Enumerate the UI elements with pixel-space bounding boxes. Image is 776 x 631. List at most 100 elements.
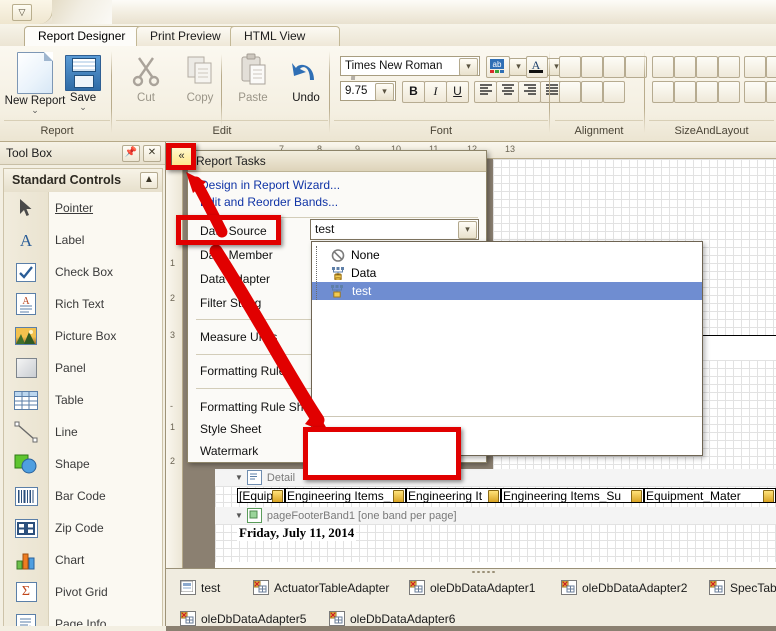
align-to-grid-button[interactable] — [559, 56, 581, 78]
detail-band-body[interactable]: [Equip Engineering Items_ Engineering It… — [215, 486, 776, 507]
remove-vertical-spacing-button[interactable] — [718, 81, 740, 103]
tray-item-test[interactable]: test — [180, 580, 220, 595]
detail-field[interactable]: Engineering It — [406, 488, 501, 503]
task-row-watermark[interactable]: Watermark — [200, 444, 258, 458]
text-highlight-button[interactable]: ab — [486, 56, 510, 78]
make-same-size-button[interactable] — [718, 56, 740, 78]
report-page[interactable]: ▼ Detail [Equip Engineering Items_ Engin… — [215, 469, 776, 569]
toolbox-item-panel[interactable]: Panel — [4, 352, 162, 384]
increase-vertical-spacing-button[interactable] — [674, 81, 696, 103]
close-icon[interactable]: ✕ — [143, 145, 161, 162]
field-pin-icon[interactable] — [631, 490, 642, 502]
chevron-down-icon[interactable]: ▾ — [458, 221, 477, 239]
collapse-triangle-icon[interactable]: ▼ — [235, 511, 243, 520]
align-centers-button[interactable] — [603, 56, 625, 78]
paste-button[interactable]: Paste — [227, 52, 279, 104]
design-in-report-wizard-link[interactable]: Design in Report Wizard... — [200, 178, 340, 192]
chevron-down-icon[interactable]: ▾ — [375, 83, 394, 101]
detail-field[interactable]: [Equip — [237, 488, 285, 503]
field-pin-icon[interactable] — [393, 490, 404, 502]
task-row-filter-string[interactable]: Filter String — [200, 296, 261, 310]
align-left-icon — [479, 84, 492, 95]
task-row-style-sheet[interactable]: Style Sheet — [200, 422, 261, 436]
make-vertical-spacing-equal-button[interactable] — [652, 81, 674, 103]
align-left-button[interactable] — [474, 81, 497, 103]
band-header-detail[interactable]: ▼ Detail — [215, 469, 776, 487]
toolbox-item-picture-box[interactable]: Picture Box — [4, 320, 162, 352]
chevron-up-icon[interactable]: ▲ — [140, 172, 158, 189]
toolbox-item-rich-text[interactable]: A Rich Text — [4, 288, 162, 320]
tool-box-item-list[interactable]: Pointer A Label Check Box A Rich Text Pi… — [3, 192, 163, 631]
component-tray[interactable]: test ActuatorTableAdapter oleDbDataAdapt… — [166, 568, 776, 631]
data-source-dropdown-list[interactable]: None Data test — [311, 241, 703, 456]
collapse-triangle-icon[interactable]: ▼ — [235, 473, 243, 482]
decrease-vertical-spacing-button[interactable] — [696, 81, 718, 103]
toolbox-item-table[interactable]: Table — [4, 384, 162, 416]
center-vertically-button[interactable] — [766, 81, 776, 103]
align-middles-button[interactable] — [581, 81, 603, 103]
detail-field[interactable]: Equipment_Mater — [644, 488, 776, 503]
tray-item-oledbdataadapter6[interactable]: oleDbDataAdapter6 — [329, 611, 455, 626]
page-footer-band-body[interactable]: Friday, July 11, 2014 — [215, 524, 776, 562]
page-footer-date-label[interactable]: Friday, July 11, 2014 — [237, 525, 357, 541]
chevron-down-icon[interactable]: ⌄ — [52, 103, 114, 112]
chevron-down-icon[interactable]: ▾ — [459, 58, 478, 76]
task-row-measure-units[interactable]: Measure Units — [200, 330, 277, 344]
tray-item-oledbdataadapter2[interactable]: oleDbDataAdapter2 — [561, 580, 687, 595]
toolbox-item-line[interactable]: Line — [4, 416, 162, 448]
toolbox-item-shape[interactable]: Shape — [4, 448, 162, 480]
make-horizontal-spacing-equal-button[interactable] — [744, 56, 766, 78]
tray-item-oledbdataadapter5[interactable]: oleDbDataAdapter5 — [180, 611, 306, 626]
toolbox-item-bar-code[interactable]: Bar Code — [4, 480, 162, 512]
make-same-height-button[interactable] — [696, 56, 718, 78]
task-row-data-adapter[interactable]: Data Adapter — [200, 272, 270, 286]
tray-item-spectab[interactable]: SpecTab — [709, 580, 776, 595]
align-right-button[interactable] — [518, 81, 541, 103]
italic-button[interactable]: I — [424, 81, 447, 103]
underline-button[interactable]: U — [446, 81, 469, 103]
cut-button[interactable]: Cut — [120, 52, 172, 104]
edit-and-reorder-bands-link[interactable]: Edit and Reorder Bands... — [200, 195, 338, 209]
tray-item-oledbdataadapter1[interactable]: oleDbDataAdapter1 — [409, 580, 535, 595]
toolbox-item-zip-code[interactable]: Zip Code — [4, 512, 162, 544]
tray-grip[interactable] — [471, 570, 497, 574]
toolbox-item-chart[interactable]: Chart — [4, 544, 162, 576]
increase-horizontal-spacing-button[interactable] — [766, 56, 776, 78]
toolbox-item-label[interactable]: A Label — [4, 224, 162, 256]
tray-item-actuator-table-adapter[interactable]: ActuatorTableAdapter — [253, 580, 389, 595]
toolbox-item-pivot-grid[interactable]: Σ Pivot Grid — [4, 576, 162, 608]
copy-button[interactable]: Copy — [174, 52, 226, 104]
task-row-data-member[interactable]: Data Member — [200, 248, 273, 262]
toolbox-item-pointer[interactable]: Pointer — [4, 192, 162, 224]
field-pin-icon[interactable] — [763, 490, 774, 502]
font-size-combo[interactable]: 9.75 ▾ — [340, 81, 396, 101]
toolbox-item-check-box[interactable]: Check Box — [4, 256, 162, 288]
band-header-page-footer[interactable]: ▼ pageFooterBand1 [one band per page] — [215, 507, 776, 525]
toolbox-item-label: Bar Code — [55, 489, 106, 503]
tab-html-view[interactable]: HTML View — [230, 26, 340, 47]
field-pin-icon[interactable] — [488, 490, 499, 502]
dropdown-option-test[interactable]: test — [312, 282, 702, 300]
pin-icon[interactable]: 📌 — [122, 145, 140, 162]
tool-box-group-header[interactable]: Standard Controls ▲ — [3, 168, 163, 194]
bold-button[interactable]: B — [402, 81, 425, 103]
task-row-formatting-rules[interactable]: Formatting Rules — [200, 364, 291, 378]
undo-button[interactable]: Undo — [280, 52, 332, 104]
detail-field[interactable]: Engineering Items_Su — [501, 488, 644, 503]
font-family-combo[interactable]: Times New Roman ▾ — [340, 56, 480, 76]
align-center-button[interactable] — [496, 81, 519, 103]
task-row-formatting-rule-sheet[interactable]: Formatting Rule Sheet — [200, 400, 320, 414]
undo-arrow-icon — [280, 52, 332, 92]
align-lefts-button[interactable] — [581, 56, 603, 78]
align-bottoms-button[interactable] — [603, 81, 625, 103]
data-source-combo[interactable]: test ▾ — [310, 219, 479, 240]
chevron-down-icon[interactable]: ▽ — [12, 4, 32, 21]
make-same-width-button[interactable] — [674, 56, 696, 78]
font-color-button[interactable]: A — [526, 56, 548, 78]
size-to-grid-button[interactable] — [652, 56, 674, 78]
detail-field[interactable]: Engineering Items_ — [285, 488, 406, 503]
center-horizontally-button[interactable] — [744, 81, 766, 103]
save-button[interactable]: Save ⌄ — [52, 52, 114, 112]
align-tops-button[interactable] — [559, 81, 581, 103]
field-pin-icon[interactable] — [272, 490, 283, 502]
